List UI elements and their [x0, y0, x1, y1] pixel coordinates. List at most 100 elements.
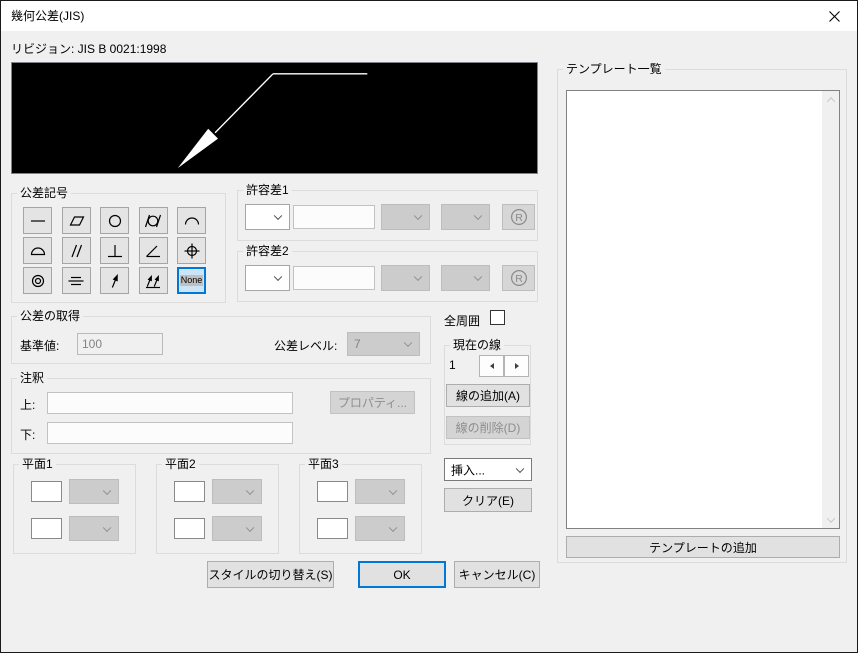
plane2-group-label: 平面2 — [162, 457, 199, 471]
symbol-perpendicularity-button[interactable] — [100, 237, 129, 264]
base-value-input[interactable] — [77, 333, 163, 355]
flatness-icon — [69, 215, 85, 226]
svg-text:R: R — [515, 273, 523, 285]
scroll-up-button[interactable] — [822, 91, 839, 108]
symbol-straightness-button[interactable] — [23, 207, 52, 234]
tolerance1-zone-select[interactable] — [245, 204, 290, 230]
plane2-modifier2-select — [212, 516, 262, 541]
tolerance1-group-label: 許容差1 — [243, 183, 292, 197]
properties-button: プロパティ... — [330, 391, 415, 414]
symbol-total-runout-button[interactable] — [138, 267, 168, 294]
plane3-modifier1-select — [355, 479, 405, 504]
tolerance1-value-input[interactable] — [293, 205, 375, 229]
switch-style-button[interactable]: スタイルの切り替え(S) — [207, 561, 334, 588]
symbol-position-button[interactable] — [177, 237, 206, 264]
scroll-down-icon — [826, 513, 835, 523]
tolerance1-modifier2-select — [441, 204, 490, 230]
plane3-datum1-input[interactable] — [317, 481, 348, 502]
symmetry-icon — [68, 276, 84, 285]
all-around-checkbox[interactable] — [490, 310, 505, 325]
chevron-down-icon — [473, 211, 483, 221]
plane1-group-label: 平面1 — [19, 457, 56, 471]
add-template-button[interactable]: テンプレートの追加 — [566, 536, 840, 558]
chevron-down-icon — [388, 486, 398, 495]
tolerance2-group-label: 許容差2 — [243, 244, 292, 258]
symbol-symmetry-button[interactable] — [61, 267, 91, 294]
chevron-down-icon — [245, 486, 255, 495]
close-button[interactable] — [812, 1, 857, 31]
plane2-datum1-input[interactable] — [174, 481, 205, 502]
plane1-datum2-input[interactable] — [31, 518, 62, 539]
plane3-modifier2-select — [355, 516, 405, 541]
plane1-modifier1-select — [69, 479, 119, 504]
plane2-datum2-input[interactable] — [174, 518, 205, 539]
annotation-bottom-input[interactable] — [47, 422, 293, 444]
chevron-down-icon — [273, 272, 283, 282]
chevron-down-icon — [473, 272, 483, 282]
symbol-line-profile-button[interactable] — [177, 207, 206, 234]
tolerance2-zone-select[interactable] — [245, 265, 290, 291]
tolerance2-modifier2-select — [441, 265, 490, 291]
tolerance1-group: 許容差1 R — [237, 183, 538, 241]
scroll-down-button[interactable] — [822, 511, 839, 528]
straightness-icon — [30, 219, 45, 222]
symbol-cylindricity-button[interactable] — [138, 207, 168, 234]
total-runout-icon — [146, 274, 160, 288]
previous-line-button[interactable] — [479, 355, 504, 377]
add-line-button[interactable]: 線の追加(A) — [446, 384, 530, 407]
cancel-button[interactable]: キャンセル(C) — [454, 561, 540, 588]
chevron-down-icon — [273, 211, 283, 221]
plane1-datum1-input[interactable] — [31, 481, 62, 502]
tolerance-level-select: 7 — [347, 332, 420, 356]
plane3-datum2-input[interactable] — [317, 518, 348, 539]
annotation-bottom-label: 下: — [20, 428, 36, 442]
all-around-label: 全周囲 — [444, 314, 481, 328]
plane2-group: 平面2 — [156, 457, 279, 554]
geometric-tolerance-dialog: 幾何公差(JIS) リビジョン: JIS B 0021:1998 公差記号 No… — [0, 0, 858, 653]
scroll-up-icon — [826, 96, 835, 106]
clear-button[interactable]: クリア(E) — [444, 488, 532, 512]
symbol-grid: None — [12, 194, 225, 302]
symbol-none-button[interactable]: None — [177, 267, 206, 294]
symbol-concentricity-button[interactable] — [23, 267, 52, 294]
ok-button[interactable]: OK — [358, 561, 446, 588]
symbol-none-label: None — [179, 275, 204, 286]
next-line-button[interactable] — [504, 355, 529, 377]
delete-line-button: 線の削除(D) — [446, 416, 530, 439]
current-line-value: 1 — [449, 358, 456, 372]
annotation-top-input[interactable] — [47, 392, 293, 414]
symbol-circularity-button[interactable] — [100, 207, 129, 234]
surface-profile-icon — [30, 246, 45, 255]
symbol-angularity-button[interactable] — [138, 237, 168, 264]
insert-select[interactable]: 挿入... — [444, 458, 532, 481]
symbol-surface-profile-button[interactable] — [23, 237, 52, 264]
symbol-flatness-button[interactable] — [61, 207, 91, 234]
circularity-icon — [108, 214, 121, 227]
template-list-group: テンプレート一覧 テンプレートの追加 — [557, 62, 847, 563]
tolerance2-value-input[interactable] — [293, 266, 375, 290]
tolerance1-r-button: R — [502, 204, 535, 230]
symbol-parallelism-button[interactable] — [61, 237, 91, 264]
template-list[interactable] — [566, 90, 840, 529]
leader-arrow-graphic — [177, 73, 368, 169]
tolerance2-modifier1-select — [381, 265, 430, 291]
cylindricity-icon — [144, 214, 162, 227]
template-list-scrollbar[interactable] — [822, 91, 839, 528]
symbol-circular-runout-button[interactable] — [100, 267, 129, 294]
line-profile-icon — [184, 216, 199, 225]
chevron-down-icon — [245, 523, 255, 532]
tolerance2-r-button: R — [502, 265, 535, 291]
chevron-down-icon — [388, 523, 398, 532]
symbols-group: 公差記号 None — [11, 186, 226, 303]
plane2-modifier1-select — [212, 479, 262, 504]
chevron-down-icon — [403, 338, 413, 348]
plane1-group: 平面1 — [13, 457, 136, 554]
annotation-top-label: 上: — [20, 398, 36, 412]
svg-text:R: R — [515, 212, 523, 224]
template-list-group-label: テンプレート一覧 — [563, 62, 665, 76]
preview-canvas — [11, 62, 538, 174]
circled-r-icon: R — [510, 269, 527, 287]
chevron-down-icon — [102, 486, 112, 495]
chevron-down-icon — [515, 464, 525, 473]
tolerance-level-label: 公差レベル: — [274, 339, 338, 353]
